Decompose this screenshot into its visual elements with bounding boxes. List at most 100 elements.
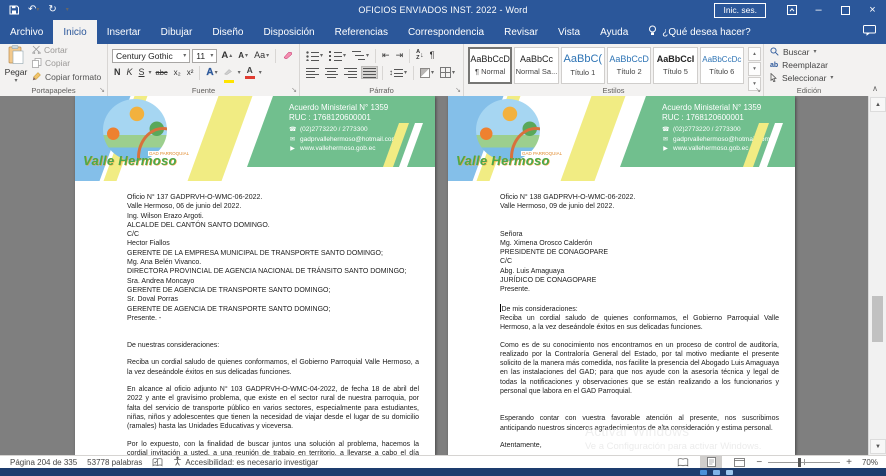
align-right-button[interactable] — [342, 66, 359, 79]
tell-me-box[interactable]: ¿Qué desea hacer? — [638, 20, 760, 44]
copy-button[interactable]: Copiar — [32, 58, 101, 70]
vertical-scrollbar[interactable]: ▲ ▼ — [868, 96, 886, 455]
undo-icon[interactable]: ↶▾ — [28, 5, 39, 15]
tab-insertar[interactable]: Insertar — [97, 20, 151, 44]
subscript-button[interactable]: x₂ — [172, 68, 183, 78]
zoom-percentage[interactable]: 70% — [858, 458, 878, 467]
grow-font-button[interactable]: A▴ — [219, 50, 234, 62]
dialog-launcher-icon[interactable]: ↘ — [99, 87, 105, 94]
web-layout-button[interactable] — [728, 456, 750, 468]
tab-disposicion[interactable]: Disposición — [253, 20, 324, 44]
taskbar-icon[interactable] — [713, 470, 720, 475]
align-center-button[interactable] — [323, 66, 340, 79]
restore-button[interactable] — [832, 0, 859, 20]
bullets-button[interactable]: ▾ — [304, 49, 325, 62]
letter-body[interactable]: Oficio N° 138 GADPRVH-O-WMC-06-2022. Val… — [448, 181, 795, 450]
print-layout-button[interactable] — [700, 456, 722, 468]
style-normal[interactable]: AaBbCcD ¶ Normal — [468, 47, 512, 84]
sign-in-button[interactable]: Inic. ses. — [714, 3, 766, 18]
minimize-button[interactable]: – — [805, 0, 832, 20]
gallery-down-icon[interactable]: ▾ — [748, 62, 761, 76]
shading-button[interactable]: ▾ — [418, 67, 436, 79]
tab-archivo[interactable]: Archivo — [0, 20, 53, 44]
strikethrough-button[interactable]: abc — [154, 68, 170, 78]
taskbar-icon[interactable] — [726, 470, 733, 475]
letter-date: Valle Hermoso, 09 de junio del 2022. — [500, 202, 779, 211]
sort-button[interactable]: AZ↓ — [414, 49, 425, 62]
read-mode-button[interactable] — [672, 456, 694, 468]
customize-quick-access-icon[interactable]: ▾ — [66, 7, 69, 13]
tab-revisar[interactable]: Revisar — [494, 20, 548, 44]
format-painter-button[interactable]: Copiar formato — [32, 71, 101, 83]
accessibility-status[interactable]: Accesibilidad: es necesario investigar — [173, 456, 318, 468]
style-titulo-1[interactable]: AaBbC( Título 1 — [561, 47, 605, 84]
letter-body[interactable]: Oficio N° 137 GADPRVH-O-WMC-06-2022. Val… — [75, 181, 435, 455]
italic-button[interactable]: K — [125, 67, 135, 78]
tab-referencias[interactable]: Referencias — [325, 20, 398, 44]
chevron-down-icon: ▾ — [215, 70, 218, 76]
select-button[interactable]: Seleccionar ▾ — [770, 73, 854, 84]
tab-inicio[interactable]: Inicio — [53, 20, 96, 44]
align-left-button[interactable] — [304, 66, 321, 79]
style-name: Título 2 — [617, 67, 642, 76]
style-titulo-6[interactable]: AaBbCcDc Título 6 — [700, 47, 744, 84]
shrink-font-button[interactable]: A▾ — [236, 51, 250, 61]
web-pointer-icon: ▶ — [289, 145, 296, 152]
tab-diseno[interactable]: Diseño — [202, 20, 253, 44]
scroll-down-icon[interactable]: ▼ — [870, 439, 886, 454]
style-normal-sa[interactable]: AaBbCc Normal Sa... — [514, 47, 558, 84]
zoom-out-icon[interactable]: − — [756, 457, 762, 468]
clear-formatting-button[interactable] — [280, 49, 295, 62]
document-page-138[interactable]: Acuerdo Ministerial N° 1359 RUC : 176812… — [448, 96, 795, 455]
chevron-down-icon: ▾ — [259, 70, 262, 76]
numbering-button[interactable]: ▾ — [327, 49, 348, 62]
collapse-ribbon-icon[interactable]: ∧ — [872, 84, 878, 93]
feedback-icon[interactable] — [863, 25, 876, 39]
cut-button[interactable]: Cortar — [32, 45, 101, 56]
superscript-button[interactable]: x² — [185, 68, 196, 78]
dialog-launcher-icon[interactable]: ↘ — [455, 87, 461, 94]
font-name-combo[interactable]: Century Gothic▾ — [112, 49, 190, 63]
style-titulo-2[interactable]: AaBbCcD Título 2 — [607, 47, 651, 84]
dialog-launcher-icon[interactable]: ↘ — [291, 87, 297, 94]
gallery-up-icon[interactable]: ▴ — [748, 47, 761, 61]
letter-paragraph: En alcance al oficio adjunto N° 103 GADP… — [127, 385, 419, 431]
text-effects-button[interactable]: A▾ — [204, 67, 219, 79]
bold-button[interactable]: N — [112, 67, 123, 78]
underline-button[interactable]: S — [137, 67, 147, 78]
line-spacing-button[interactable]: ↕▾ — [387, 66, 409, 79]
save-icon[interactable] — [9, 5, 19, 15]
highlight-button[interactable] — [222, 63, 236, 83]
dialog-launcher-icon[interactable]: ↘ — [755, 87, 761, 94]
show-marks-button[interactable]: ¶ — [428, 50, 437, 61]
tab-ayuda[interactable]: Ayuda — [590, 20, 638, 44]
taskbar-icon[interactable] — [700, 470, 707, 475]
decrease-indent-button[interactable]: ⇤ — [380, 50, 392, 61]
tab-correspondencia[interactable]: Correspondencia — [398, 20, 494, 44]
scrollbar-thumb[interactable] — [872, 296, 883, 342]
zoom-slider-thumb[interactable] — [798, 458, 801, 467]
tab-dibujar[interactable]: Dibujar — [151, 20, 203, 44]
change-case-button[interactable]: Aa▾ — [252, 50, 271, 61]
zoom-in-icon[interactable]: + — [846, 457, 852, 468]
borders-button[interactable]: ▾ — [438, 66, 457, 79]
tab-vista[interactable]: Vista — [548, 20, 590, 44]
redo-icon[interactable]: ↻ — [48, 5, 56, 15]
word-count[interactable]: 53778 palabras — [87, 458, 142, 467]
justify-button[interactable] — [361, 66, 378, 79]
font-size-combo[interactable]: 11▾ — [192, 49, 217, 63]
proofing-icon[interactable] — [152, 458, 163, 467]
document-page-137[interactable]: Acuerdo Ministerial N° 1359 RUC : 176812… — [75, 96, 435, 455]
zoom-slider[interactable] — [768, 462, 840, 463]
increase-indent-button[interactable]: ⇥ — [394, 50, 406, 61]
font-color-button[interactable]: A — [243, 66, 257, 79]
scroll-up-icon[interactable]: ▲ — [870, 97, 886, 112]
ribbon-display-options-icon[interactable] — [778, 0, 805, 20]
multilevel-list-button[interactable]: ▾ — [350, 49, 371, 62]
style-titulo-5[interactable]: AaBbCcI Título 5 — [653, 47, 697, 84]
close-button[interactable]: × — [859, 0, 886, 20]
paste-button[interactable]: Pegar ▾ — [0, 44, 32, 84]
find-button[interactable]: Buscar ▾ — [770, 47, 854, 58]
replace-button[interactable]: ab Reemplazar — [770, 60, 854, 70]
page-indicator[interactable]: Página 204 de 335 — [10, 458, 77, 467]
